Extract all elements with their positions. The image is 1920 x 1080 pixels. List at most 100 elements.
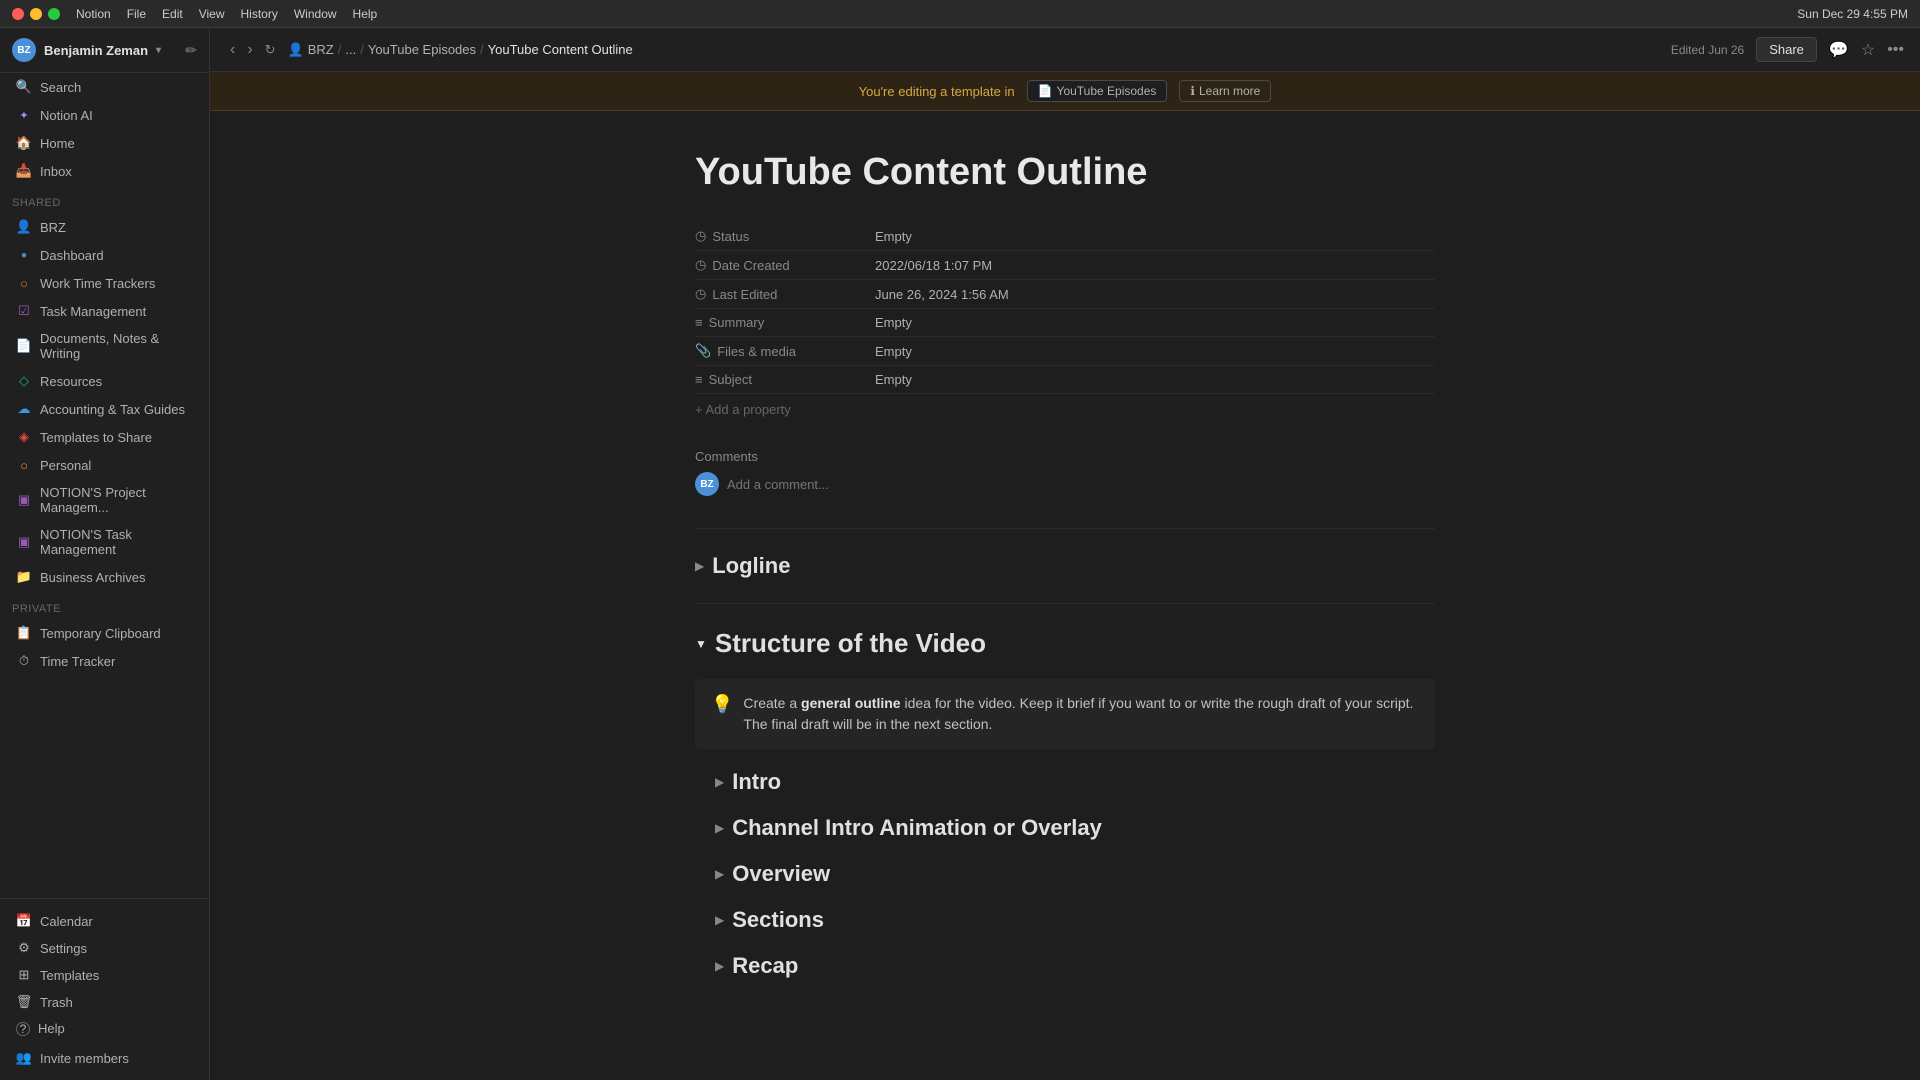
sidebar-item-documents[interactable]: 📄 Documents, Notes & Writing bbox=[4, 326, 205, 366]
sidebar-item-notions-task[interactable]: ▣ NOTION'S Task Management bbox=[4, 522, 205, 562]
mac-minimize-dot[interactable] bbox=[30, 8, 42, 20]
sections-header[interactable]: ▶ Sections bbox=[715, 899, 1435, 941]
sidebar-item-help[interactable]: ? Help bbox=[4, 1016, 205, 1041]
clipboard-icon: 📋 bbox=[16, 625, 32, 641]
sidebar-item-search[interactable]: 🔍 Search bbox=[4, 74, 205, 100]
recap-header[interactable]: ▶ Recap bbox=[715, 945, 1435, 987]
intro-header[interactable]: ▶ Intro bbox=[715, 761, 1435, 803]
notions-task-icon: ▣ bbox=[16, 534, 32, 550]
back-button[interactable]: ‹ bbox=[226, 39, 239, 61]
sidebar-item-time-tracker[interactable]: ⏱ Time Tracker bbox=[4, 648, 205, 674]
comment-input[interactable] bbox=[727, 477, 1435, 492]
menu-view[interactable]: View bbox=[199, 7, 225, 21]
learn-more-button[interactable]: ℹ Learn more bbox=[1179, 80, 1271, 102]
inbox-icon: 📥 bbox=[16, 163, 32, 179]
brz-icon: 👤 bbox=[16, 219, 32, 235]
breadcrumb-current: YouTube Content Outline bbox=[488, 42, 633, 57]
comment-avatar: BZ bbox=[695, 472, 719, 496]
menu-help[interactable]: Help bbox=[353, 7, 378, 21]
menu-notion[interactable]: Notion bbox=[76, 7, 111, 21]
chevron-down-icon[interactable]: ▾ bbox=[156, 45, 161, 56]
sidebar-item-accounting[interactable]: ☁ Accounting & Tax Guides bbox=[4, 396, 205, 422]
invite-members-button[interactable]: 👥 Invite members bbox=[4, 1045, 205, 1071]
sidebar-item-label: Templates to Share bbox=[40, 430, 152, 445]
accounting-icon: ☁ bbox=[16, 401, 32, 417]
banner-text: You're editing a template in bbox=[859, 84, 1015, 99]
sidebar-private-label: Private bbox=[0, 591, 209, 619]
more-icon[interactable]: ••• bbox=[1887, 41, 1904, 59]
menu-window[interactable]: Window bbox=[294, 7, 337, 21]
sections-arrow: ▶ bbox=[715, 913, 724, 927]
topbar-right: Edited Jun 26 Share 💬 ☆ ••• bbox=[1671, 37, 1904, 62]
date-created-value[interactable]: 2022/06/18 1:07 PM bbox=[875, 258, 992, 273]
subject-value[interactable]: Empty bbox=[875, 372, 912, 387]
sidebar-item-brz[interactable]: 👤 BRZ bbox=[4, 214, 205, 240]
property-row-summary: ≡ Summary Empty bbox=[695, 309, 1435, 337]
files-value[interactable]: Empty bbox=[875, 344, 912, 359]
logline-header[interactable]: ▶ Logline bbox=[695, 545, 1435, 587]
sidebar-item-templates[interactable]: ⊞ Templates bbox=[4, 962, 205, 988]
star-icon[interactable]: ☆ bbox=[1861, 40, 1875, 60]
sidebar-item-label: Invite members bbox=[40, 1051, 129, 1066]
menu-edit[interactable]: Edit bbox=[162, 7, 183, 21]
sidebar-item-home[interactable]: 🏠 Home bbox=[4, 130, 205, 156]
comments-label: Comments bbox=[695, 449, 1435, 464]
channel-intro-arrow: ▶ bbox=[715, 821, 724, 835]
breadcrumb-ellipsis[interactable]: ... bbox=[345, 42, 356, 57]
sidebar-item-label: NOTION'S Project Managem... bbox=[40, 485, 193, 515]
mac-fullscreen-dot[interactable] bbox=[48, 8, 60, 20]
sidebar-username: Benjamin Zeman bbox=[44, 43, 148, 58]
breadcrumb: 👤 BRZ / ... / YouTube Episodes / YouTube… bbox=[288, 42, 633, 58]
sidebar-item-task-management[interactable]: ☑ Task Management bbox=[4, 298, 205, 324]
channel-intro-header[interactable]: ▶ Channel Intro Animation or Overlay bbox=[715, 807, 1435, 849]
compose-icon[interactable]: ✏ bbox=[185, 42, 197, 59]
sidebar-user-section: BZ Benjamin Zeman ▾ ✏ bbox=[0, 28, 209, 73]
callout-text: Create a general outline idea for the vi… bbox=[743, 693, 1419, 735]
comments-section: Comments BZ bbox=[695, 449, 1435, 496]
files-icon: 📎 bbox=[695, 343, 711, 359]
structure-header[interactable]: ▼ Structure of the Video bbox=[695, 620, 1435, 667]
sidebar-item-label: Documents, Notes & Writing bbox=[40, 331, 193, 361]
last-edited-label: Edited Jun 26 bbox=[1671, 43, 1744, 57]
overview-header[interactable]: ▶ Overview bbox=[715, 853, 1435, 895]
subsections: ▶ Intro ▶ Channel Intro Animation or Ove… bbox=[715, 761, 1435, 987]
sidebar-item-personal[interactable]: ○ Personal bbox=[4, 452, 205, 478]
sidebar-item-notions-project[interactable]: ▣ NOTION'S Project Managem... bbox=[4, 480, 205, 520]
sidebar-item-trash[interactable]: 🗑 Trash bbox=[4, 989, 205, 1015]
summary-value[interactable]: Empty bbox=[875, 315, 912, 330]
sidebar-item-business[interactable]: 📁 Business Archives bbox=[4, 564, 205, 590]
sidebar-item-label: Time Tracker bbox=[40, 654, 115, 669]
refresh-button[interactable]: ↻ bbox=[261, 40, 280, 60]
templates-share-icon: ◈ bbox=[16, 429, 32, 445]
sidebar-item-work-time[interactable]: ○ Work Time Trackers bbox=[4, 270, 205, 296]
add-property-button[interactable]: + Add a property bbox=[695, 394, 1435, 425]
sidebar-item-resources[interactable]: ◇ Resources bbox=[4, 368, 205, 394]
template-banner: You're editing a template in 📄 YouTube E… bbox=[210, 72, 1920, 111]
menu-file[interactable]: File bbox=[127, 7, 146, 21]
comment-input-row: BZ bbox=[695, 472, 1435, 496]
sidebar-item-inbox[interactable]: 📥 Inbox bbox=[4, 158, 205, 184]
breadcrumb-workspace[interactable]: BRZ bbox=[308, 42, 334, 57]
sidebar-item-templates-share[interactable]: ◈ Templates to Share bbox=[4, 424, 205, 450]
templates-icon: ⊞ bbox=[16, 967, 32, 983]
property-row-last-edited: ◷ Last Edited June 26, 2024 1:56 AM bbox=[695, 280, 1435, 309]
share-button[interactable]: Share bbox=[1756, 37, 1817, 62]
last-edited-value[interactable]: June 26, 2024 1:56 AM bbox=[875, 287, 1009, 302]
sidebar-item-notion-ai[interactable]: ✦ Notion AI bbox=[4, 102, 205, 128]
breadcrumb-parent[interactable]: YouTube Episodes bbox=[368, 42, 476, 57]
sidebar-item-label: Personal bbox=[40, 458, 91, 473]
template-link-button[interactable]: 📄 YouTube Episodes bbox=[1027, 80, 1168, 102]
forward-button[interactable]: › bbox=[243, 39, 256, 61]
sidebar-item-dashboard[interactable]: ● Dashboard bbox=[4, 242, 205, 268]
menu-history[interactable]: History bbox=[241, 7, 278, 21]
sidebar-item-settings[interactable]: ⚙ Settings bbox=[4, 935, 205, 961]
sidebar-item-temp-clipboard[interactable]: 📋 Temporary Clipboard bbox=[4, 620, 205, 646]
mac-close-dot[interactable] bbox=[12, 8, 24, 20]
subject-icon: ≡ bbox=[695, 372, 703, 387]
sidebar-item-calendar[interactable]: 📅 Calendar bbox=[4, 908, 205, 934]
status-value[interactable]: Empty bbox=[875, 229, 912, 244]
channel-intro-title: Channel Intro Animation or Overlay bbox=[732, 815, 1102, 841]
last-edited-icon: ◷ bbox=[695, 286, 706, 302]
page-icon: 📄 bbox=[1038, 84, 1053, 98]
comment-icon[interactable]: 💬 bbox=[1829, 40, 1849, 60]
